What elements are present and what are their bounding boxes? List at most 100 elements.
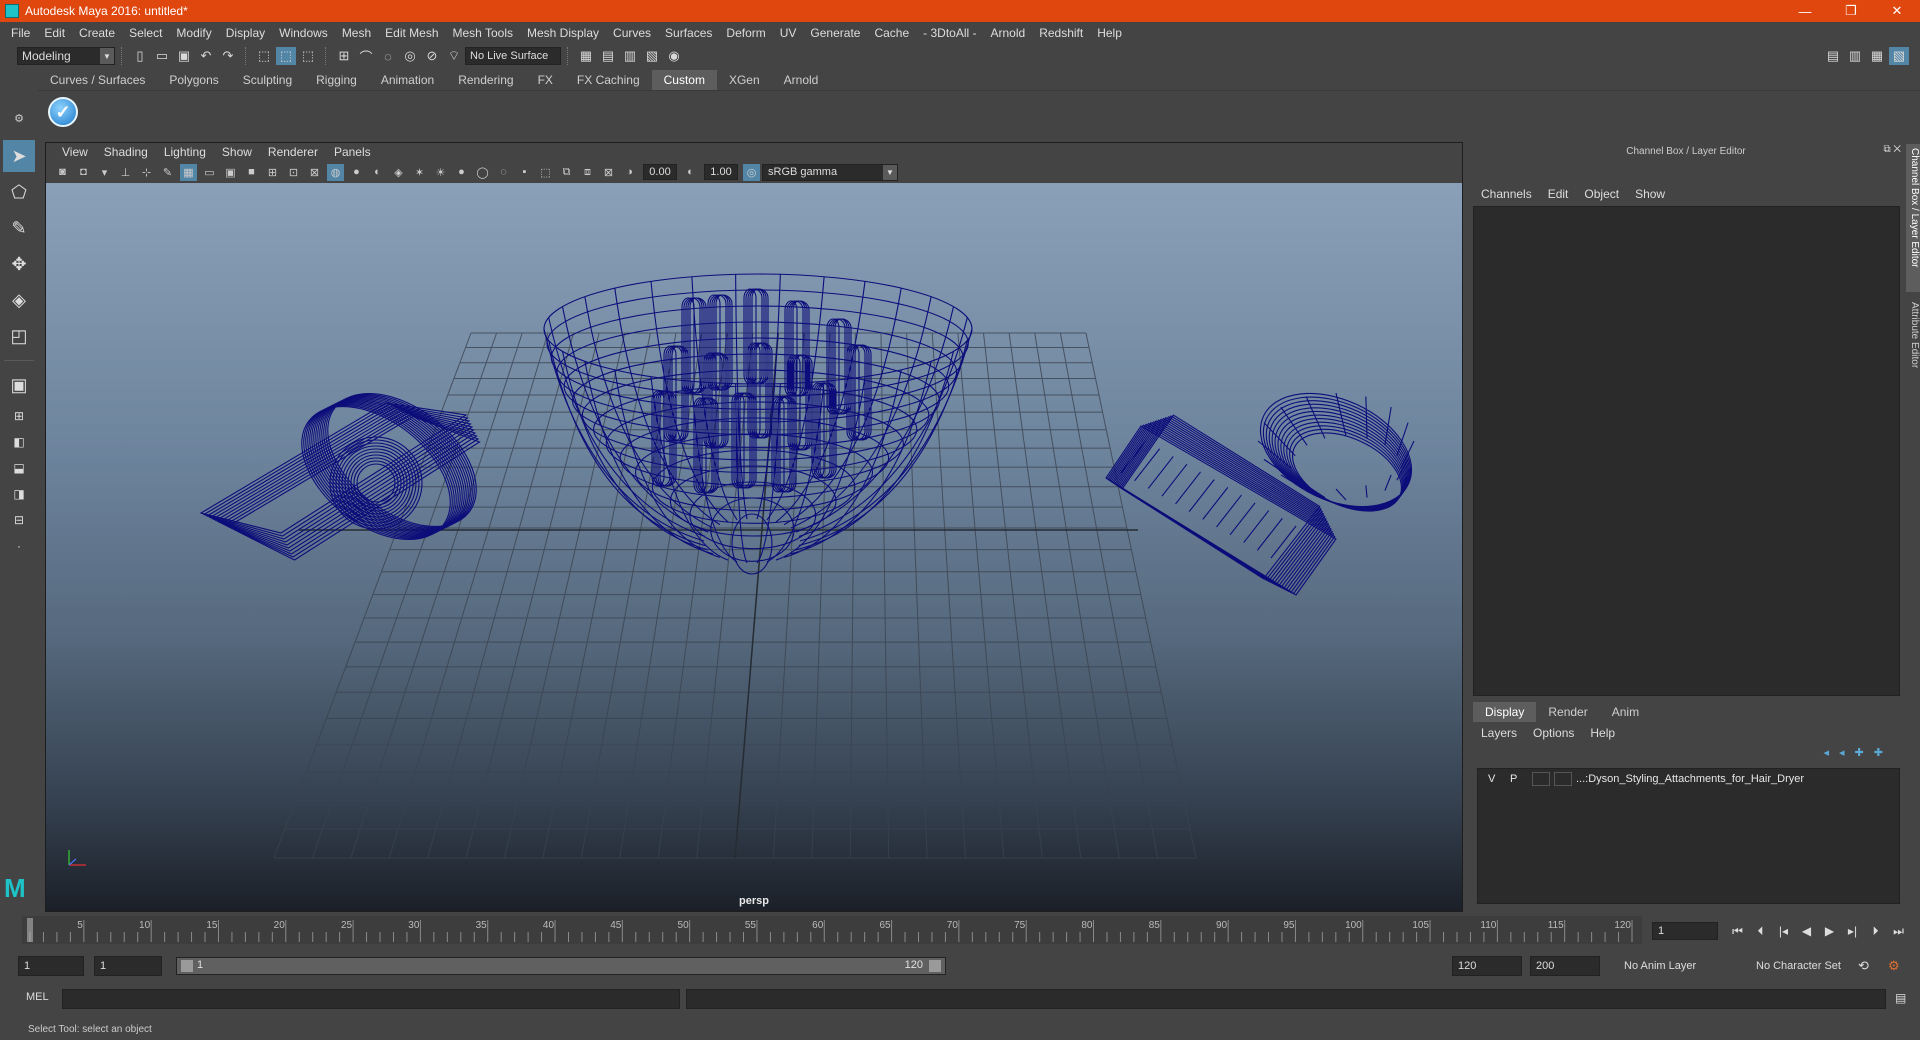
render-current-frame-icon[interactable]: ▤ <box>598 47 618 65</box>
make-live-icon[interactable]: ⊘ <box>422 47 442 65</box>
minimize-button[interactable]: — <box>1782 0 1828 22</box>
grid-icon[interactable]: ▦ <box>180 163 197 181</box>
command-language-label[interactable]: MEL <box>26 991 49 1003</box>
menu-3dtoall[interactable]: - 3DtoAll - <box>916 26 983 40</box>
xray-icon[interactable]: ⧉ <box>558 164 575 181</box>
channel-list[interactable] <box>1473 206 1900 696</box>
animation-preferences-icon[interactable]: ⚙ <box>1888 958 1900 974</box>
motion-blur-icon[interactable]: ◯ <box>474 164 491 181</box>
smooth-shade-icon[interactable]: ● <box>348 164 365 181</box>
layer-tab-render[interactable]: Render <box>1536 702 1599 722</box>
persp-graph-layout-icon[interactable]: ⬓ <box>3 457 35 479</box>
layer-type-swatch[interactable] <box>1532 772 1550 786</box>
color-space-dropdown[interactable]: sRGB gamma ▼ <box>762 163 898 181</box>
use-all-lights-icon[interactable]: ✶ <box>411 164 428 181</box>
exposure-icon[interactable]: ◑ <box>621 164 638 181</box>
snap-together-icon[interactable]: ⌔ <box>444 47 464 65</box>
menu-help[interactable]: Help <box>1090 26 1129 40</box>
attribute-editor-icon[interactable]: ▥ <box>1845 47 1865 65</box>
viewport-menu-show[interactable]: Show <box>214 145 260 159</box>
depth-of-field-icon[interactable]: ▪ <box>516 164 533 181</box>
field-chart-icon[interactable]: ⊞ <box>264 164 281 181</box>
layer-tab-anim[interactable]: Anim <box>1600 702 1651 722</box>
image-plane-icon[interactable]: ⊥ <box>117 164 134 181</box>
render-settings-icon[interactable]: ▧ <box>642 47 662 65</box>
scale-tool-icon[interactable]: ◰ <box>3 320 35 352</box>
shelf-tab-rigging[interactable]: Rigging <box>304 70 369 90</box>
layer-visibility-toggle[interactable]: V <box>1488 773 1510 785</box>
single-perspective-layout-icon[interactable]: ▣ <box>3 369 35 401</box>
move-tool-icon[interactable]: ✥ <box>3 248 35 280</box>
shelf-options-icon[interactable]: ⚙ <box>14 112 24 125</box>
shelf-tab-rendering[interactable]: Rendering <box>446 70 525 90</box>
shelf-tab-xgen[interactable]: XGen <box>717 70 772 90</box>
camera-attributes-icon[interactable]: ◘ <box>75 164 92 181</box>
shelf-tab-animation[interactable]: Animation <box>369 70 446 90</box>
anti-aliasing-icon[interactable]: ◌ <box>495 164 512 181</box>
ambient-occlusion-icon[interactable]: ● <box>453 164 470 181</box>
playback-start-field[interactable]: 1 <box>94 956 162 976</box>
menu-arnold[interactable]: Arnold <box>984 26 1033 40</box>
menu-windows[interactable]: Windows <box>272 26 335 40</box>
shelf-tab-curves-surfaces[interactable]: Curves / Surfaces <box>38 70 157 90</box>
menu-file[interactable]: File <box>4 26 37 40</box>
layer-menu-layers[interactable]: Layers <box>1473 726 1525 740</box>
menu-display[interactable]: Display <box>219 26 272 40</box>
menu-mesh-tools[interactable]: Mesh Tools <box>446 26 520 40</box>
shelf-tab-custom[interactable]: Custom <box>651 70 717 90</box>
range-start-handle[interactable] <box>181 960 193 972</box>
panel-float-close-icon[interactable]: ⧉ ✕ <box>1883 144 1901 155</box>
gamma-field[interactable]: 1.00 <box>704 164 738 180</box>
menu-surfaces[interactable]: Surfaces <box>658 26 719 40</box>
menu-create[interactable]: Create <box>72 26 122 40</box>
layer-menu-help[interactable]: Help <box>1582 726 1623 740</box>
hypershade-layout-icon[interactable]: ⊟ <box>3 509 35 531</box>
menu-uv[interactable]: UV <box>773 26 804 40</box>
persp-outliner-layout-icon[interactable]: ◧ <box>3 431 35 453</box>
modeling-toolkit-icon[interactable]: ▤ <box>1823 47 1843 65</box>
restore-button[interactable]: ❐ <box>1828 0 1874 22</box>
auto-key-icon[interactable]: ⟲ <box>1858 958 1869 974</box>
step-forward-key-icon[interactable]: ▸| <box>1841 921 1864 941</box>
paint-select-tool-icon[interactable]: ✎ <box>3 212 35 244</box>
viewport-menu-panels[interactable]: Panels <box>326 145 379 159</box>
2d-pan-zoom-icon[interactable]: ⊹ <box>138 164 155 181</box>
menu-edit-mesh[interactable]: Edit Mesh <box>378 26 445 40</box>
four-view-layout-icon[interactable]: ⊞ <box>3 405 35 427</box>
gamma-icon[interactable]: ◐ <box>682 164 699 181</box>
menu-cache[interactable]: Cache <box>867 26 916 40</box>
xray-active-icon[interactable]: ⧈ <box>579 164 596 181</box>
menu-deform[interactable]: Deform <box>719 26 772 40</box>
new-scene-icon[interactable]: ▯ <box>130 47 150 65</box>
exposure-field[interactable]: 0.00 <box>643 164 677 180</box>
close-button[interactable]: ✕ <box>1874 0 1920 22</box>
snap-to-view-plane-icon[interactable]: ◎ <box>400 47 420 65</box>
color-management-icon[interactable]: ◎ <box>743 163 760 181</box>
select-by-object-icon[interactable]: ⬚ <box>276 47 296 65</box>
isolate-select-icon[interactable]: ⬚ <box>537 164 554 181</box>
select-by-component-icon[interactable]: ⬚ <box>298 47 318 65</box>
menu-edit[interactable]: Edit <box>37 26 72 40</box>
anim-layer-dropdown[interactable]: No Anim Layer <box>1618 956 1742 976</box>
layer-menu-options[interactable]: Options <box>1525 726 1582 740</box>
textured-icon[interactable]: ◈ <box>390 164 407 181</box>
range-end-handle[interactable] <box>929 960 941 972</box>
command-input[interactable] <box>62 989 680 1009</box>
viewport-menu-shading[interactable]: Shading <box>96 145 156 159</box>
hypershade-icon[interactable]: ◉ <box>664 47 684 65</box>
current-frame-field[interactable]: 1 <box>1652 922 1718 940</box>
layer-playback-toggle[interactable]: P <box>1510 773 1532 785</box>
channel-box-icon[interactable]: ▧ <box>1889 47 1909 65</box>
film-gate-icon[interactable]: ▭ <box>201 164 218 181</box>
shelf-tab-fx-caching[interactable]: FX Caching <box>565 70 652 90</box>
gate-mask-icon[interactable]: ■ <box>243 164 260 181</box>
channel-box-menu-edit[interactable]: Edit <box>1540 187 1577 201</box>
menu-modify[interactable]: Modify <box>169 26 218 40</box>
viewport-menu-view[interactable]: View <box>54 145 96 159</box>
layer-color-swatch[interactable] <box>1554 772 1572 786</box>
undo-icon[interactable]: ↶ <box>196 47 216 65</box>
viewport-menu-lighting[interactable]: Lighting <box>156 145 214 159</box>
grease-pencil-icon[interactable]: ✎ <box>159 164 176 181</box>
menu-redshift[interactable]: Redshift <box>1032 26 1090 40</box>
save-scene-icon[interactable]: ▣ <box>174 47 194 65</box>
